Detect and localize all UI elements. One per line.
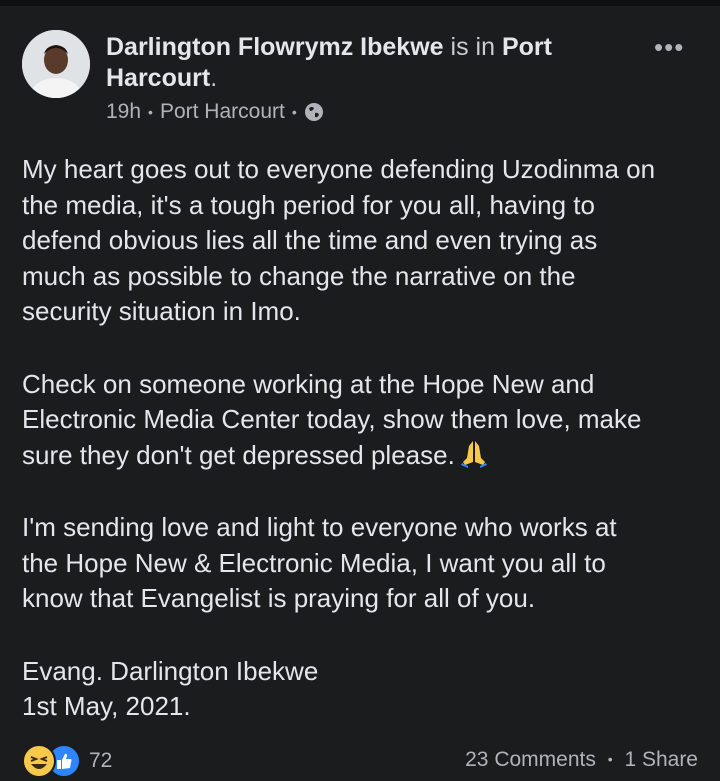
is-in-text: is in — [450, 33, 495, 61]
text-line: know that Evangelist is praying for all … — [22, 583, 536, 613]
shares-count-link[interactable]: 1 Share — [624, 748, 698, 771]
text-line: Check on someone working at the Hope New… — [22, 368, 595, 399]
more-options-button[interactable]: ••• — [654, 32, 684, 63]
text-line: 1st May, 2021. — [22, 691, 191, 721]
post-location[interactable]: Port Harcourt — [160, 100, 285, 124]
haha-icon — [22, 744, 56, 778]
post-card: Darlington Flowrymz Ibekwe is in Port Ha… — [0, 6, 720, 781]
text-line: My heart goes out to everyone defending … — [22, 154, 656, 184]
place-suffix: . — [210, 64, 218, 92]
avatar[interactable] — [22, 30, 90, 98]
text-line: sure they don't get depressed please. — [22, 439, 455, 470]
paragraph: I'm sending love and light to everyone w… — [22, 510, 712, 617]
meta-separator: • — [148, 104, 153, 120]
text-line: much as possible to change the narrative… — [22, 260, 576, 291]
paragraph: Check on someone working at the Hope New… — [22, 367, 712, 474]
meta-separator: • — [291, 104, 297, 120]
post-body: My heart goes out to everyone defending … — [22, 152, 712, 725]
text-line-with-emoji: sure they don't get depressed please. — [22, 438, 712, 474]
text-line: defend obvious lies all the time and eve… — [22, 225, 598, 255]
engagement-counts: 23 Comments • 1 Share — [465, 748, 698, 772]
paragraph: My heart goes out to everyone defending … — [22, 152, 712, 330]
folded-hands-icon — [459, 438, 489, 468]
text-line: I'm sending love and light to everyone w… — [22, 512, 617, 542]
text-line: the media, it's a tough period for you a… — [22, 189, 595, 220]
text-line: Electronic Media Center today, show them… — [22, 404, 642, 434]
text-line: security situation in Imo. — [22, 296, 301, 326]
counts-separator: • — [607, 751, 613, 767]
comments-count-link[interactable]: 23 Comments — [465, 748, 596, 771]
paragraph: Evang. Darlington Ibekwe 1st May, 2021. — [22, 654, 712, 725]
post-meta: 19h • Port Harcourt • — [106, 100, 324, 124]
post-footer: 72 23 Comments • 1 Share — [0, 744, 720, 780]
text-line: Evang. Darlington Ibekwe — [22, 655, 319, 686]
reaction-count: 72 — [89, 749, 113, 772]
globe-icon[interactable] — [304, 102, 324, 122]
text-line: the Hope New & Electronic Media, I want … — [22, 547, 606, 578]
reactions-summary[interactable]: 72 — [22, 744, 112, 778]
post-time[interactable]: 19h — [106, 100, 141, 124]
post-header: Darlington Flowrymz Ibekwe is in Port Ha… — [106, 32, 646, 94]
author-name[interactable]: Darlington Flowrymz Ibekwe — [106, 33, 444, 61]
